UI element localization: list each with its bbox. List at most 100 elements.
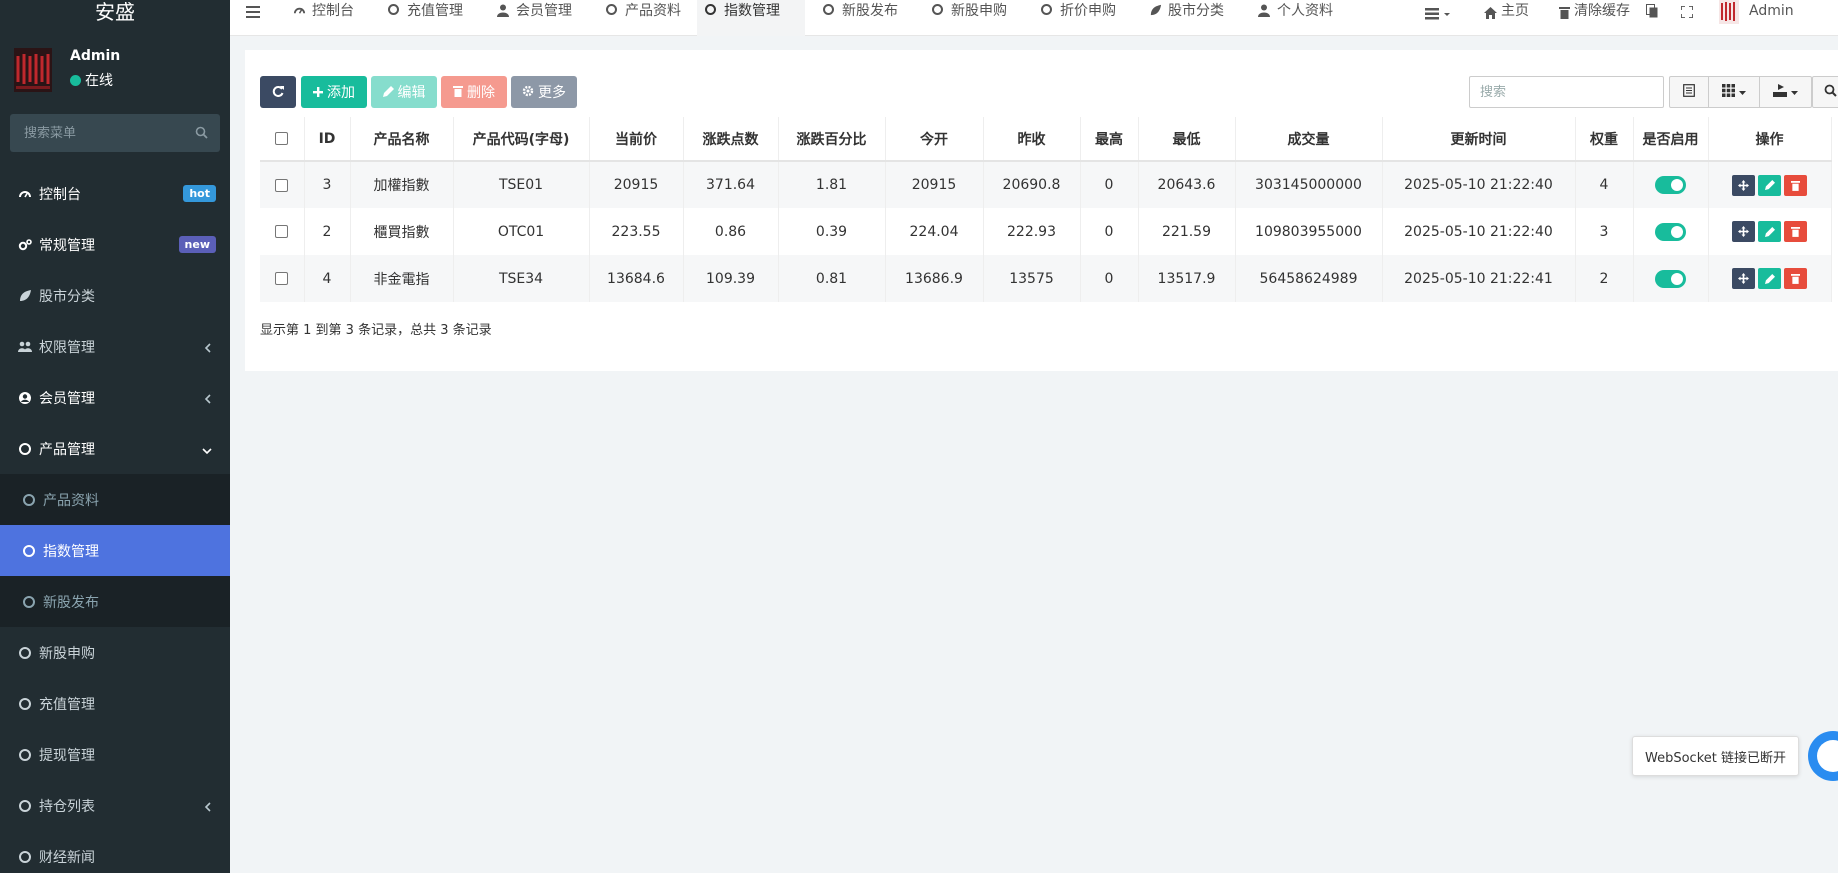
home-link[interactable]: 主页 — [1484, 0, 1529, 26]
tab-dashboard[interactable]: 控制台 — [293, 0, 354, 36]
row-checkbox[interactable] — [275, 178, 289, 192]
chat-bubble-icon[interactable] — [1808, 731, 1838, 781]
sidebar-item-members[interactable]: 会员管理 — [0, 372, 230, 423]
row-checkbox[interactable] — [275, 225, 289, 238]
column-header[interactable]: 权重 — [1575, 117, 1634, 162]
tab-stock-category[interactable]: 股市分类 — [1149, 0, 1224, 36]
tab-profile[interactable]: 个人资料 — [1258, 0, 1333, 36]
column-header[interactable]: 当前价 — [589, 117, 684, 162]
sidebar-item-stock-category[interactable]: 股市分类 — [0, 270, 230, 321]
sidebar-subitem-product-info[interactable]: 产品资料 — [0, 474, 230, 525]
delete-button[interactable]: 删除 — [441, 76, 507, 108]
sidebar-item-finance-news[interactable]: 财经新闻 — [0, 831, 230, 873]
add-button[interactable]: 添加 — [301, 76, 367, 108]
export-dropdown[interactable] — [1760, 76, 1812, 108]
tab-label: 新股发布 — [842, 3, 898, 19]
tab-ipo-subscribe[interactable]: 新股申购 — [932, 0, 1007, 36]
cell-weight: 2 — [1575, 255, 1634, 302]
sidebar-item-label: 会员管理 — [39, 390, 95, 407]
column-header[interactable]: 最高 — [1080, 117, 1139, 162]
pencil-icon — [382, 84, 394, 100]
admin-menu[interactable]: Admin — [1719, 0, 1794, 31]
column-header[interactable]: 成交量 — [1235, 117, 1383, 162]
export-icon — [1773, 83, 1787, 101]
cell-id: 3 — [304, 161, 351, 208]
sidebar-item-products[interactable]: 产品管理 — [0, 423, 230, 474]
table-row[interactable]: 3 加權指數 TSE01 20915 371.64 1.81 20915 206… — [260, 161, 1832, 208]
chevron-down-icon — [202, 443, 212, 459]
sidebar-item-dashboard[interactable]: 控制台 hot — [0, 168, 230, 219]
column-header[interactable]: 更新时间 — [1382, 117, 1576, 162]
sidebar-item-label: 产品资料 — [43, 492, 99, 509]
clear-cache-button[interactable]: 清除缓存 — [1559, 0, 1630, 26]
sidebar-item-positions[interactable]: 持仓列表 — [0, 780, 230, 831]
enabled-toggle[interactable] — [1655, 176, 1686, 194]
sidebar-item-label: 财经新闻 — [39, 849, 95, 866]
row-edit-button[interactable] — [1758, 221, 1781, 242]
row-delete-button[interactable] — [1784, 174, 1807, 196]
search-button[interactable] — [1812, 76, 1838, 108]
row-delete-button[interactable] — [1784, 268, 1807, 289]
cell-change-points: 371.64 — [683, 161, 779, 208]
home-label: 主页 — [1501, 3, 1529, 19]
refresh-button[interactable] — [260, 76, 296, 108]
sidebar-item-recharge[interactable]: 充值管理 — [0, 678, 230, 729]
enabled-toggle[interactable] — [1655, 222, 1686, 241]
sidebar-subitem-index-management[interactable]: 指数管理 — [0, 525, 230, 576]
drag-button[interactable] — [1732, 174, 1755, 196]
sidebar-item-permissions[interactable]: 权限管理 — [0, 321, 230, 372]
pagination-info: 显示第 1 到第 3 条记录，总共 3 条记录 — [260, 323, 492, 338]
cell-updated: 2025-05-10 21:22:40 — [1382, 208, 1576, 255]
sidebar-subitem-ipo-release[interactable]: 新股发布 — [0, 576, 230, 627]
sidebar-item-general[interactable]: 常规管理 new — [0, 219, 230, 270]
row-edit-button[interactable] — [1758, 268, 1781, 289]
tab-index-management[interactable]: 指数管理 — [697, 0, 805, 36]
fullscreen-button[interactable] — [1680, 3, 1694, 25]
column-header[interactable]: 产品名称 — [350, 117, 454, 162]
columns-dropdown[interactable] — [1709, 76, 1760, 108]
column-header[interactable]: 是否启用 — [1633, 117, 1709, 162]
tab-product-info[interactable]: 产品资料 — [606, 0, 681, 36]
column-header[interactable]: 产品代码(字母) — [453, 117, 590, 162]
table-search-input[interactable] — [1469, 76, 1664, 108]
row-delete-button[interactable] — [1784, 221, 1807, 242]
select-all-checkbox[interactable] — [275, 132, 289, 145]
column-header[interactable]: 涨跌百分比 — [778, 117, 886, 162]
tab-members[interactable]: 会员管理 — [497, 0, 572, 36]
menu-toggle-icon[interactable] — [246, 6, 260, 22]
enabled-toggle[interactable] — [1655, 269, 1686, 288]
drag-button[interactable] — [1732, 221, 1755, 242]
row-checkbox[interactable] — [275, 272, 289, 285]
sidebar-item-ipo-subscribe[interactable]: 新股申购 — [0, 627, 230, 678]
search-icon[interactable] — [195, 126, 208, 143]
sidebar-item-label: 新股发布 — [43, 594, 99, 611]
row-edit-button[interactable] — [1758, 174, 1781, 196]
tab-ipo-release[interactable]: 新股发布 — [823, 0, 898, 36]
sidebar-item-withdraw[interactable]: 提现管理 — [0, 729, 230, 780]
circle-icon — [705, 4, 718, 17]
tab-discount-subscribe[interactable]: 折价申购 — [1041, 0, 1116, 36]
column-header[interactable]: 最低 — [1138, 117, 1236, 162]
toggle-view-button[interactable] — [1669, 76, 1709, 108]
sidebar-item-label: 提现管理 — [39, 747, 95, 764]
tab-recharge[interactable]: 充值管理 — [388, 0, 463, 36]
list-icon — [1425, 5, 1439, 27]
users-icon — [18, 340, 32, 354]
drag-button[interactable] — [1732, 268, 1755, 289]
table-row[interactable]: 2 櫃買指數 OTC01 223.55 0.86 0.39 224.04 222… — [260, 208, 1832, 255]
tab-list-dropdown[interactable] — [1425, 5, 1451, 27]
app-logo[interactable]: 安盛 — [0, 0, 230, 24]
sidebar-search-input[interactable] — [10, 114, 220, 152]
tab-label: 会员管理 — [516, 3, 572, 19]
user-circle-icon — [18, 391, 32, 405]
more-button[interactable]: 更多 — [511, 76, 577, 108]
table-row[interactable]: 4 非金電指 TSE34 13684.6 109.39 0.81 13686.9… — [260, 255, 1832, 302]
translate-button[interactable] — [1646, 3, 1658, 25]
column-header[interactable]: 昨收 — [983, 117, 1081, 162]
column-header[interactable]: ID — [304, 117, 351, 162]
column-header[interactable]: 今开 — [885, 117, 984, 162]
column-header[interactable]: 涨跌点数 — [683, 117, 779, 162]
edit-button[interactable]: 编辑 — [371, 76, 437, 108]
top-navbar: 控制台 充值管理 会员管理 产品资料 指数管理 新股发布 新股申购 折价申购 股… — [230, 0, 1838, 36]
table-header-row: ID 产品名称 产品代码(字母) 当前价 涨跌点数 涨跌百分比 今开 昨收 最高… — [260, 117, 1832, 162]
